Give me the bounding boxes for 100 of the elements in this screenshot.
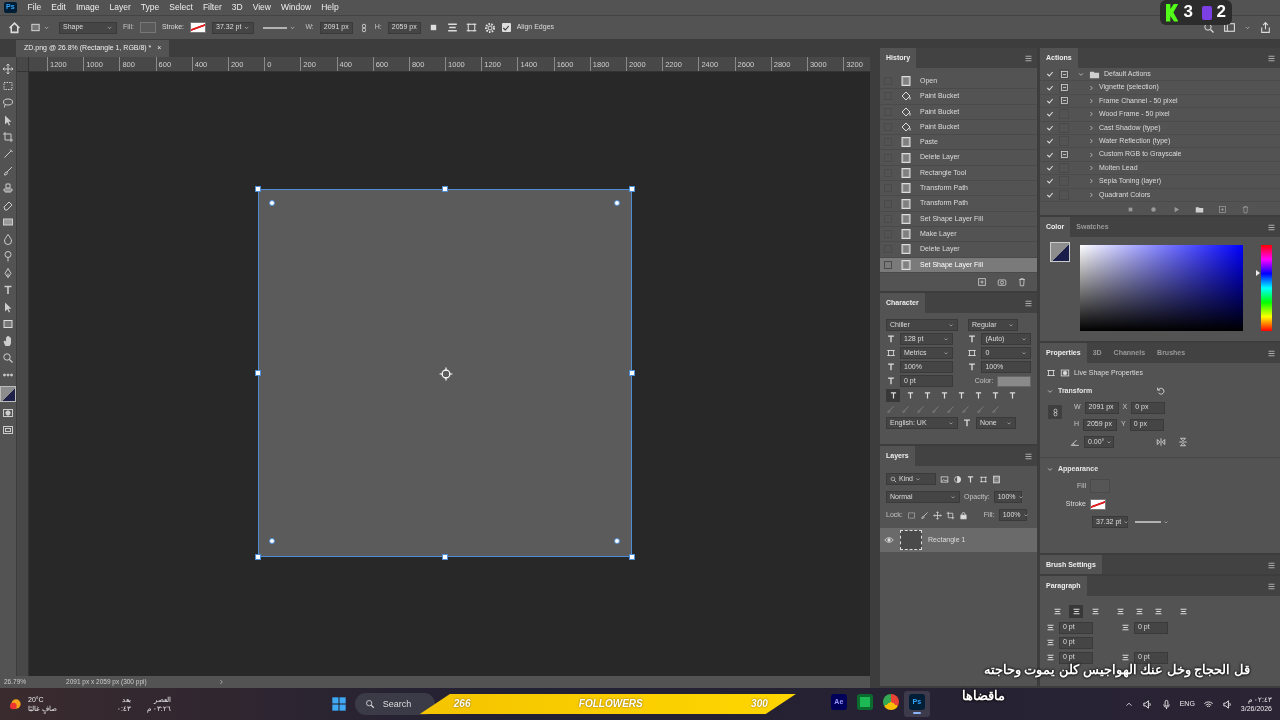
reset-icon[interactable] xyxy=(1156,386,1167,396)
lasso-icon[interactable] xyxy=(2,97,14,109)
type-filter-icon[interactable] xyxy=(966,474,975,484)
resize-handle[interactable] xyxy=(629,554,635,560)
path-arrangement-icon[interactable] xyxy=(464,21,478,34)
move-icon[interactable] xyxy=(2,63,14,75)
wifi-icon[interactable] xyxy=(1202,698,1214,710)
menu-item[interactable]: Window xyxy=(275,2,317,13)
menu-item[interactable]: File xyxy=(22,2,47,13)
corner-radius-handle[interactable] xyxy=(269,538,275,544)
stroke-swatch[interactable] xyxy=(190,22,207,33)
drop-icon[interactable] xyxy=(2,233,14,245)
trash-icon[interactable] xyxy=(1241,204,1250,214)
panel-menu-icon[interactable] xyxy=(1267,581,1276,591)
pen-icon[interactable] xyxy=(2,267,14,279)
resize-handle[interactable] xyxy=(255,554,261,560)
color-field[interactable] xyxy=(1080,245,1243,331)
gradient-icon[interactable] xyxy=(2,216,14,228)
speaker-icon[interactable] xyxy=(1221,698,1233,710)
play-icon[interactable] xyxy=(1172,204,1181,214)
panel-menu-icon[interactable] xyxy=(1024,298,1033,308)
panel-menu-icon[interactable] xyxy=(1024,451,1033,461)
lock-icon[interactable] xyxy=(958,510,968,520)
flip-vertical-icon[interactable] xyxy=(1178,437,1188,447)
flip-horizontal-icon[interactable] xyxy=(1156,437,1166,447)
text-color-swatch[interactable] xyxy=(997,375,1031,387)
quick-mask-icon[interactable] xyxy=(2,407,14,419)
menu-item[interactable]: Type xyxy=(135,2,165,13)
move-icon[interactable] xyxy=(932,510,942,520)
record-icon[interactable] xyxy=(1149,204,1158,214)
chevron-right-icon[interactable] xyxy=(1087,163,1095,172)
chevron-right-icon[interactable] xyxy=(1087,83,1095,92)
chevron-right-icon[interactable] xyxy=(1087,137,1095,146)
resize-handle[interactable] xyxy=(442,554,448,560)
path-alignment-icon[interactable] xyxy=(445,21,459,34)
dropper-icon[interactable] xyxy=(2,148,14,160)
text-style-button[interactable] xyxy=(886,388,900,402)
lock-pixels-icon[interactable] xyxy=(906,510,916,520)
adjustment-filter-icon[interactable] xyxy=(953,474,962,484)
corner-radius-handle[interactable] xyxy=(614,538,620,544)
chevron-down-icon[interactable] xyxy=(1046,387,1054,395)
hand-icon[interactable] xyxy=(2,335,14,347)
speaker-icon[interactable] xyxy=(1141,698,1153,710)
brush-icon[interactable] xyxy=(2,165,14,177)
hue-slider-thumb[interactable] xyxy=(1255,270,1260,277)
menu-item[interactable]: 3D xyxy=(226,2,248,13)
panel-menu-icon[interactable] xyxy=(1024,53,1033,63)
dodge-icon[interactable] xyxy=(2,250,14,262)
trash-icon[interactable] xyxy=(1017,276,1027,287)
panel-menu-icon[interactable] xyxy=(1267,222,1276,232)
camera-icon[interactable] xyxy=(997,276,1007,287)
taskbar-search[interactable]: Search xyxy=(354,693,435,715)
mask-properties-icon[interactable] xyxy=(1060,368,1070,378)
chevron-down-icon[interactable] xyxy=(1046,465,1054,473)
new-document-icon[interactable] xyxy=(977,276,987,287)
color-swatches[interactable] xyxy=(0,386,16,402)
fill-swatch[interactable] xyxy=(139,22,156,33)
link-dimensions-button[interactable] xyxy=(1048,405,1062,419)
menu-item[interactable]: Edit xyxy=(46,2,71,13)
settings-icon[interactable] xyxy=(483,21,496,34)
home-icon[interactable] xyxy=(8,21,21,34)
visibility-eye-icon[interactable] xyxy=(884,535,894,545)
start-icon[interactable] xyxy=(330,696,347,712)
align-edges-checkbox[interactable] xyxy=(501,23,511,32)
resize-handle[interactable] xyxy=(255,370,261,376)
zoom-icon[interactable] xyxy=(2,352,14,364)
resize-handle[interactable] xyxy=(629,186,635,192)
stroke-swatch[interactable] xyxy=(1090,498,1106,510)
menu-item[interactable]: View xyxy=(247,2,276,13)
menu-item[interactable]: Help xyxy=(316,2,344,13)
folder-icon[interactable] xyxy=(1195,204,1204,214)
chevron-right-icon[interactable] xyxy=(1087,110,1095,119)
menu-item[interactable]: Select xyxy=(164,2,198,13)
chevron-right-icon[interactable] xyxy=(1087,123,1095,132)
share-icon[interactable] xyxy=(1259,21,1272,34)
chevron-right-icon[interactable] xyxy=(1087,150,1095,159)
shape-properties-icon[interactable] xyxy=(1046,368,1056,378)
pointer-icon[interactable] xyxy=(2,301,14,313)
panel-menu-icon[interactable] xyxy=(1267,560,1276,570)
microphone-icon[interactable] xyxy=(1160,698,1172,710)
eraser-icon[interactable] xyxy=(2,199,14,211)
chevron-right-icon[interactable] xyxy=(1087,190,1095,199)
crop-icon[interactable] xyxy=(2,131,14,143)
corner-radius-handle[interactable] xyxy=(614,200,620,206)
image-filter-icon[interactable] xyxy=(940,474,949,484)
chevron-right-icon[interactable] xyxy=(1087,177,1095,186)
resize-handle[interactable] xyxy=(255,186,261,192)
resize-handle[interactable] xyxy=(629,370,635,376)
brush-icon[interactable] xyxy=(919,510,929,520)
panel-menu-icon[interactable] xyxy=(1267,53,1276,63)
menu-item[interactable]: Layer xyxy=(104,2,136,13)
screen-mode-icon[interactable] xyxy=(2,424,14,436)
type-icon[interactable] xyxy=(2,284,14,296)
new-action-icon[interactable] xyxy=(1218,204,1227,214)
panel-menu-icon[interactable] xyxy=(1267,348,1276,358)
corner-radius-handle[interactable] xyxy=(269,200,275,206)
menu-item[interactable]: Filter xyxy=(197,2,227,13)
resize-handle[interactable] xyxy=(442,186,448,192)
menu-item[interactable]: Image xyxy=(70,2,105,13)
rectangle-icon[interactable] xyxy=(2,318,14,330)
